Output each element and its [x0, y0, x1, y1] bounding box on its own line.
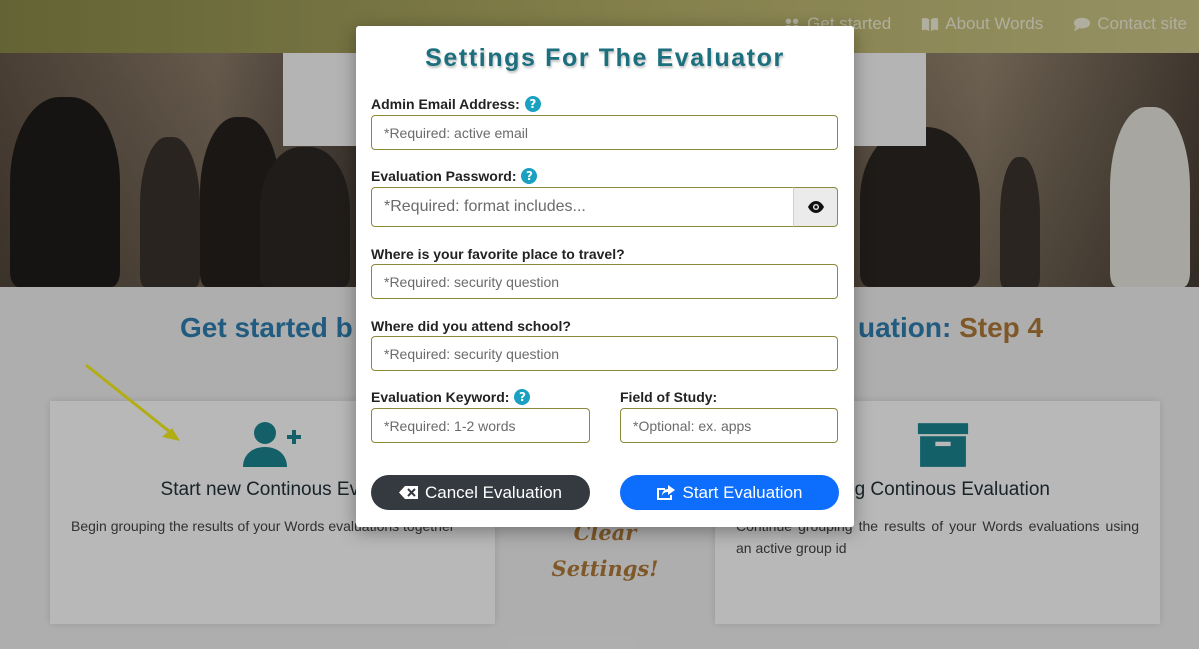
- help-icon[interactable]: ?: [521, 168, 538, 184]
- email-label-text: Admin Email Address:: [371, 96, 520, 112]
- school-label-text: Where did you attend school?: [371, 318, 571, 334]
- cancel-evaluation-button[interactable]: Cancel Evaluation: [371, 475, 590, 510]
- evaluator-settings-modal: Settings For The Evaluator Admin Email A…: [356, 26, 854, 527]
- help-icon[interactable]: ?: [514, 389, 531, 405]
- share-square-icon: [657, 485, 676, 500]
- backspace-icon: [398, 486, 418, 499]
- travel-question-input[interactable]: [371, 264, 838, 299]
- eye-icon: [807, 201, 824, 213]
- email-label: Admin Email Address: ?: [371, 96, 541, 112]
- help-icon[interactable]: ?: [524, 96, 541, 112]
- evaluation-keyword-input[interactable]: [371, 408, 590, 443]
- school-question-input[interactable]: [371, 336, 838, 371]
- keyword-label: Evaluation Keyword: ?: [371, 389, 531, 405]
- field-of-study-label: Field of Study:: [620, 389, 717, 405]
- start-evaluation-button[interactable]: Start Evaluation: [620, 475, 839, 510]
- admin-email-input[interactable]: [371, 115, 838, 150]
- travel-label-text: Where is your favorite place to travel?: [371, 246, 625, 262]
- field-of-study-label-text: Field of Study:: [620, 389, 718, 405]
- password-label: Evaluation Password: ?: [371, 168, 538, 184]
- start-label: Start Evaluation: [682, 482, 803, 502]
- field-of-study-input[interactable]: [620, 408, 838, 443]
- toggle-password-button[interactable]: [793, 187, 838, 227]
- keyword-label-text: Evaluation Keyword:: [371, 389, 510, 405]
- modal-title: Settings For The Evaluator: [425, 44, 785, 72]
- travel-label: Where is your favorite place to travel?: [371, 246, 625, 262]
- evaluation-password-input[interactable]: [371, 187, 794, 227]
- password-label-text: Evaluation Password:: [371, 168, 517, 184]
- school-label: Where did you attend school?: [371, 318, 571, 334]
- cancel-label: Cancel Evaluation: [424, 482, 563, 502]
